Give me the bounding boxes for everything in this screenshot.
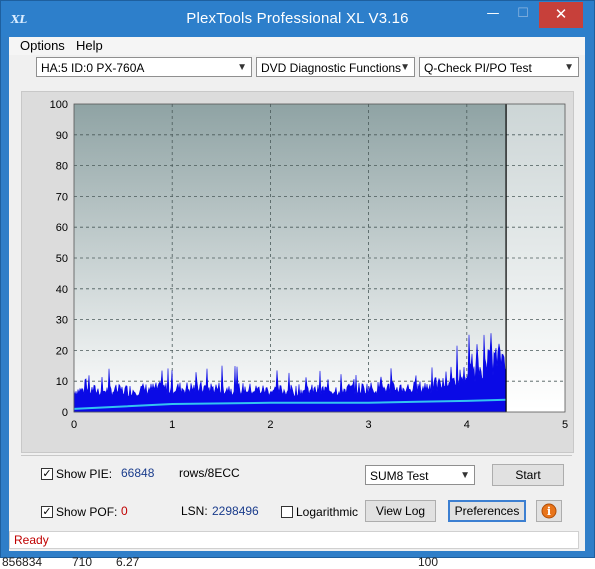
pi-po-chart: 10090807060504030201000 1 2 3 4 5 [50, 99, 568, 431]
y-tick-label: 100 [50, 99, 68, 111]
background-cell: 6.27 [116, 555, 140, 569]
show-pof-label: Show POF: [56, 505, 118, 519]
menu-help[interactable]: Help [76, 38, 103, 53]
background-cell: 710 [72, 555, 93, 569]
chevron-down-icon: ▼ [460, 470, 470, 481]
client-area: Options Help HA:5 ID:0 PX-760A ▼ DVD Dia… [9, 37, 585, 551]
y-tick-label: 80 [56, 161, 68, 173]
chevron-down-icon: ▼ [564, 62, 574, 73]
info-icon: i [541, 503, 557, 519]
start-button[interactable]: Start [492, 464, 564, 486]
pie-unit: rows/8ECC [179, 466, 240, 480]
menu-options[interactable]: Options [20, 38, 65, 53]
x-tick-label: 3 [366, 419, 372, 431]
logarithmic-label: Logarithmic [296, 505, 359, 519]
logarithmic-checkbox[interactable] [281, 506, 293, 518]
chevron-down-icon: ▼ [237, 62, 247, 73]
function-select-value: DVD Diagnostic Functions [261, 61, 402, 75]
y-tick-label: 40 [56, 284, 68, 296]
view-log-button[interactable]: View Log [365, 500, 436, 522]
main-window: XL PlexTools Professional XL V3.16 — ☐ ✕… [0, 0, 595, 558]
sum-select[interactable]: SUM8 Test ▼ [365, 465, 475, 485]
y-tick-label: 90 [56, 130, 68, 142]
menu-bar: Options Help [9, 37, 585, 55]
show-pof-checkbox[interactable]: ✓ [41, 506, 53, 518]
y-tick-label: 50 [56, 253, 68, 265]
show-pie-label: Show PIE: [56, 467, 113, 481]
sum-select-value: SUM8 Test [370, 469, 429, 483]
x-tick-label: 4 [464, 419, 470, 431]
status-text: Ready [14, 533, 49, 547]
chevron-down-icon: ▼ [400, 62, 410, 73]
lsn-label: LSN: [181, 504, 208, 518]
test-select-value: Q-Check PI/PO Test [424, 61, 532, 75]
svg-text:i: i [547, 505, 551, 518]
status-bar: Ready [9, 531, 579, 549]
y-tick-label: 30 [56, 315, 68, 327]
maximize-button[interactable]: ☐ [507, 2, 539, 28]
y-tick-label: 70 [56, 191, 68, 203]
x-tick-label: 5 [562, 419, 568, 431]
y-tick-label: 20 [56, 345, 68, 357]
background-cell: 100 [418, 555, 439, 569]
close-button[interactable]: ✕ [539, 2, 583, 28]
title-bar[interactable]: XL PlexTools Professional XL V3.16 — ☐ ✕ [1, 1, 594, 37]
function-select[interactable]: DVD Diagnostic Functions ▼ [256, 57, 415, 77]
x-tick-label: 2 [267, 419, 273, 431]
drive-select[interactable]: HA:5 ID:0 PX-760A ▼ [36, 57, 252, 77]
background-cell: 856834 [2, 555, 43, 569]
drive-select-value: HA:5 ID:0 PX-760A [41, 61, 145, 75]
chart-panel: 100 90 80 70 60 50 40 30 20 10 0 0 1 2 3 4 5 [21, 91, 574, 453]
pof-value: 0 [121, 504, 128, 518]
pie-value: 66848 [121, 466, 155, 480]
show-pie-checkbox[interactable]: ✓ [41, 468, 53, 480]
lsn-value: 2298496 [212, 504, 259, 518]
x-tick-label: 1 [169, 419, 175, 431]
minimize-button[interactable]: — [477, 2, 509, 28]
preferences-button[interactable]: Preferences [448, 500, 526, 522]
info-button[interactable]: i [536, 500, 562, 522]
y-tick-label: 10 [56, 376, 68, 388]
x-tick-label: 0 [71, 419, 77, 431]
y-tick-label: 0 [62, 407, 68, 419]
y-tick-label: 60 [56, 222, 68, 234]
divider [21, 455, 572, 456]
test-select[interactable]: Q-Check PI/PO Test ▼ [419, 57, 579, 77]
